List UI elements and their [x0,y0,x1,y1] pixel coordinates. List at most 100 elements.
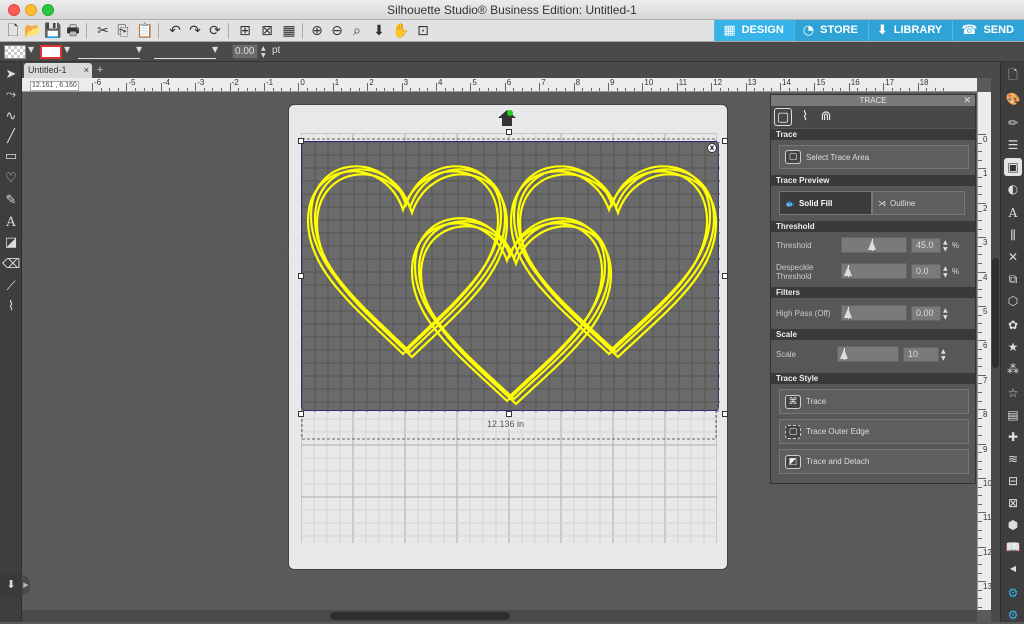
delete-icon[interactable]: ▦ [280,22,298,40]
selection-handle[interactable] [506,129,512,135]
redraw-icon[interactable]: ⟳ [206,22,224,40]
document-tab[interactable]: Untitled-1 × [24,63,92,78]
zoom-out-icon[interactable]: ⊖ [328,22,346,40]
vertical-scrollbar[interactable] [991,62,1000,622]
add-tab-icon[interactable]: + [94,64,106,76]
selection-handle[interactable] [722,273,728,279]
collapse-arrow-icon[interactable]: ◀ [1004,560,1022,578]
tab-send[interactable]: ☎ SEND [952,20,1024,41]
trace-area[interactable] [301,141,720,412]
transform-icon[interactable]: ✕ [1004,248,1022,266]
heart-shape-icon[interactable]: ♡ [2,170,20,188]
selection-handle[interactable] [506,411,512,417]
library-book-icon[interactable]: 📖 [1004,538,1022,556]
print-cut-icon[interactable]: ⊟ [1004,472,1022,490]
text-tool-icon[interactable]: A [2,214,20,232]
fill-color-icon[interactable]: 🎨 [1004,90,1022,108]
selection-handle[interactable] [298,138,304,144]
slider-thumb[interactable] [840,349,848,359]
trace-button[interactable]: ⌘ Trace [779,389,969,414]
layers-icon[interactable]: ▤ [1004,406,1022,424]
line-join-select[interactable] [154,45,216,59]
drag-zoom-icon[interactable]: ⬇ [370,22,388,40]
copy-icon[interactable]: ⎘ [114,22,132,40]
text-style-icon[interactable]: A [1004,204,1022,222]
scroll-thumb[interactable] [330,612,510,620]
pen-tool-icon[interactable]: ✎ [2,192,20,210]
rhinestone-icon[interactable]: ⁂ [1004,360,1022,378]
open-folder-icon[interactable]: 📂 [24,22,42,40]
settings-gear-icon[interactable]: ⚙ [1004,584,1022,602]
selection-handle[interactable] [722,138,728,144]
threshold-value[interactable]: 45.0 [911,238,941,253]
close-tab-icon[interactable]: × [84,63,89,78]
rectangle-tool-icon[interactable]: ▭ [2,148,20,166]
cut-icon[interactable]: ✂ [94,22,112,40]
sketch-icon[interactable]: ★ [1004,338,1022,356]
nesting-icon[interactable]: ≋ [1004,450,1022,468]
registration-icon[interactable]: ⊠ [1004,494,1022,512]
despeckle-value[interactable]: 0.0 [911,264,941,279]
selection-handle[interactable] [298,273,304,279]
high-pass-value[interactable]: 0.00 [911,306,941,321]
tab-library[interactable]: ⬇ LIBRARY [867,20,953,41]
scroll-thumb[interactable] [992,258,999,368]
stepper-down-icon[interactable]: ▼ [941,356,946,362]
home-origin-icon[interactable] [497,109,517,127]
stepper-down-icon[interactable]: ▼ [943,273,948,279]
high-pass-slider[interactable] [841,305,907,321]
import-icon[interactable]: ⬇ [0,573,22,597]
eyedropper-icon[interactable]: ⌇ [796,108,814,126]
slider-thumb[interactable] [868,240,877,250]
line-style-icon[interactable]: ☰ [1004,136,1022,154]
stepper-down-icon[interactable]: ▼ [943,315,948,321]
redo-icon[interactable]: ↷ [186,22,204,40]
offset-icon[interactable]: ✿ [1004,316,1022,334]
chevron-down-icon[interactable]: ▼ [64,45,70,54]
bezier-curve-icon[interactable]: ∿ [2,108,20,126]
trace-area-icon[interactable]: ▢ [774,108,792,126]
threshold-slider[interactable] [841,237,907,253]
eyedropper-icon[interactable]: ⌇ [2,298,20,316]
trace-panel-icon[interactable]: ▣ [1004,158,1022,176]
print-icon[interactable]: 🖶 [64,22,82,40]
pixscan-icon[interactable]: ⬢ [1004,516,1022,534]
eraser-icon[interactable]: ⌫ [2,256,20,274]
trace-outer-edge-button[interactable]: ▢ Trace Outer Edge [779,419,969,444]
tab-design[interactable]: ▦ DESIGN [714,20,794,41]
zoom-select-icon[interactable]: ⌕ [348,22,366,40]
paste-icon[interactable]: 📋 [136,22,154,40]
fill-bucket-icon[interactable]: ◪ [2,234,20,252]
scale-slider[interactable] [837,346,899,362]
line-width-input[interactable]: 0.00 [232,44,258,59]
new-document-icon[interactable]: 🗋 [4,22,22,40]
knife-tool-icon[interactable]: ⟋ [2,278,20,296]
fill-color-swatch[interactable] [4,45,26,59]
undo-icon[interactable]: ↶ [166,22,184,40]
line-style-select[interactable] [78,45,140,59]
contrast-icon[interactable]: ◐ [1004,180,1022,198]
send-settings-icon[interactable]: ⚙ [1004,606,1022,624]
line-tool-icon[interactable]: ╱ [2,128,20,146]
scale-value[interactable]: 10 [903,347,939,362]
select-all-icon[interactable]: ⊞ [236,22,254,40]
select-trace-area-button[interactable]: ▢ Select Trace Area [779,145,969,169]
trace-and-detach-button[interactable]: ◩ Trace and Detach [779,449,969,474]
close-panel-icon[interactable]: ✕ [963,95,971,106]
magnet-icon[interactable]: ⋒ [817,108,835,126]
line-color-swatch[interactable] [40,45,62,59]
zoom-in-icon[interactable]: ⊕ [308,22,326,40]
modify-icon[interactable]: ⬡ [1004,292,1022,310]
save-icon[interactable]: 💾 [44,22,62,40]
star-outline-icon[interactable]: ☆ [1004,384,1022,402]
close-window-button[interactable] [8,4,20,16]
chevron-down-icon[interactable]: ▼ [28,45,34,54]
page-setup-icon[interactable]: 🗋 [1004,66,1022,84]
chevron-down-icon[interactable]: ▼ [212,45,218,54]
replicate-icon[interactable]: ⧉ [1004,270,1022,288]
deselect-icon[interactable]: ⊠ [258,22,276,40]
selection-handle[interactable] [298,411,304,417]
stepper-down-icon[interactable]: ▼ [261,53,266,59]
close-selection-icon[interactable]: x [707,143,717,153]
despeckle-slider[interactable] [841,263,907,279]
